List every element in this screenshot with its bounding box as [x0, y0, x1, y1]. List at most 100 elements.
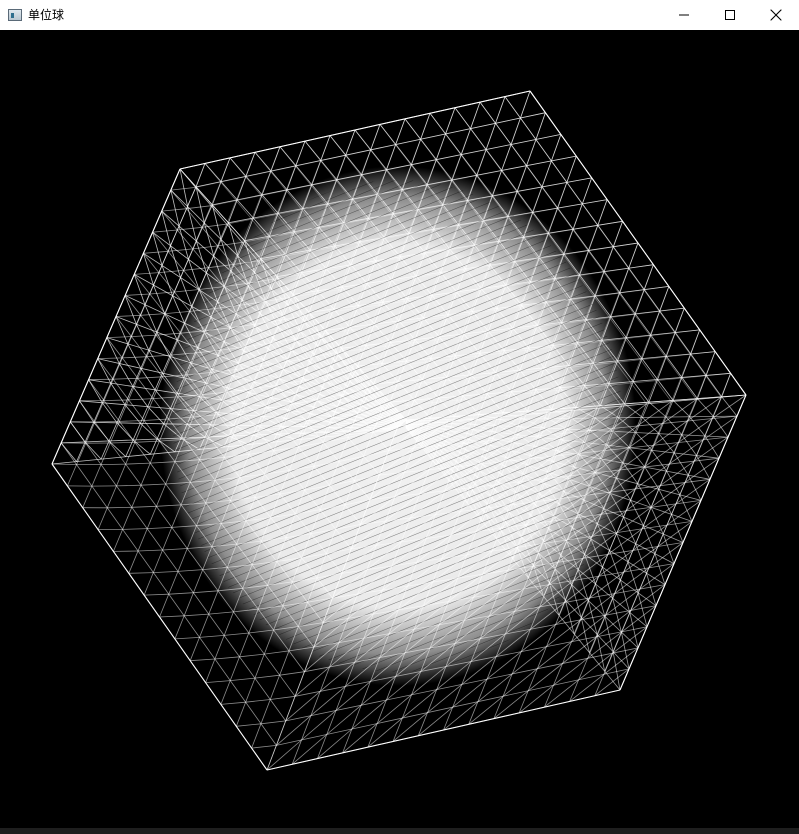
grid-line [495, 96, 506, 124]
grid-line [476, 149, 487, 176]
grid-line [224, 632, 249, 636]
grid-line [276, 715, 312, 746]
grid-line [88, 378, 114, 381]
grid-line [420, 113, 431, 140]
grid-line [619, 579, 631, 613]
grid-line [649, 311, 660, 336]
grid-line [671, 378, 682, 402]
grid-line [535, 112, 546, 140]
grid-line [335, 681, 371, 711]
grid-line [134, 272, 159, 275]
grid-line [144, 593, 169, 596]
grid-line [460, 128, 471, 155]
grid-line [648, 379, 658, 403]
grid-line [115, 314, 141, 317]
grid-line [630, 359, 641, 384]
grid-line [245, 152, 256, 177]
grid-line [520, 90, 531, 119]
grid-line [228, 199, 238, 223]
grid-line [705, 351, 716, 376]
grid-line [351, 699, 387, 730]
grid-line [183, 267, 209, 271]
grid-line [179, 90, 531, 170]
grid-line [695, 375, 707, 400]
grid-line [626, 313, 636, 338]
grid-line [260, 720, 286, 725]
grid-line [251, 745, 277, 749]
render-canvas[interactable] [0, 30, 799, 828]
grid-line [596, 634, 606, 672]
grid-line [116, 422, 134, 441]
grid-line [632, 358, 643, 382]
grid-line [295, 140, 306, 167]
title-bar[interactable]: 单位球 [0, 0, 799, 30]
minimize-button[interactable] [661, 0, 707, 30]
grid-line [628, 242, 639, 269]
grid-line [143, 250, 169, 254]
grid-line [646, 380, 657, 405]
grid-line [97, 357, 123, 359]
app-window-icon [8, 9, 22, 21]
grid-line [541, 160, 552, 188]
grid-line [140, 483, 166, 486]
grid-line [140, 368, 156, 391]
grid-line [673, 452, 689, 476]
grid-line [402, 689, 437, 719]
grid-line [713, 416, 729, 438]
grid-line [140, 423, 158, 440]
grid-line [51, 463, 77, 465]
grid-line [122, 528, 148, 530]
grid-line [153, 571, 179, 573]
grid-line [435, 133, 446, 161]
grid-line [119, 420, 145, 422]
grid-line [254, 674, 280, 679]
grid-line [665, 332, 676, 358]
grid-line [230, 677, 255, 681]
grid-line [190, 658, 215, 662]
grid-line [107, 506, 132, 509]
grid-line [395, 118, 406, 145]
grid-line [410, 139, 421, 166]
grid-line [101, 402, 118, 424]
grid-line [616, 533, 629, 563]
grid-line [634, 289, 645, 315]
window-bottom-edge [0, 828, 799, 834]
grid-line [655, 356, 666, 381]
grid-line [188, 259, 200, 290]
grid-line [158, 270, 184, 273]
grid-line [310, 686, 346, 716]
maximize-icon [725, 10, 735, 20]
grid-line [345, 129, 356, 156]
grid-line [266, 689, 621, 771]
grid-line [168, 592, 194, 595]
grid-line [618, 268, 629, 294]
grid-line [666, 332, 676, 357]
grid-line [609, 293, 620, 318]
grid-line [236, 723, 262, 727]
grid-line [137, 549, 163, 552]
grid-line [648, 401, 667, 418]
grid-line [612, 597, 622, 633]
grid-line [537, 641, 572, 670]
grid-line [572, 203, 583, 230]
grid-line [174, 637, 200, 640]
grid-line [106, 337, 120, 364]
grid-line [550, 134, 562, 162]
grid-line [195, 163, 206, 188]
grid-line [485, 123, 496, 150]
grid-line [208, 611, 234, 615]
close-button[interactable] [753, 0, 799, 30]
grid-line [125, 462, 151, 465]
grid-line [470, 101, 481, 129]
grid-line [657, 356, 667, 380]
grid-line [131, 334, 157, 337]
close-icon [770, 9, 782, 21]
grid-line [279, 671, 305, 676]
grid-line [266, 739, 302, 771]
grid-line [581, 177, 593, 205]
grid-line [326, 704, 362, 735]
grid-line [270, 695, 296, 700]
maximize-button[interactable] [707, 0, 753, 30]
grid-line [116, 484, 142, 487]
grid-line [205, 680, 231, 683]
